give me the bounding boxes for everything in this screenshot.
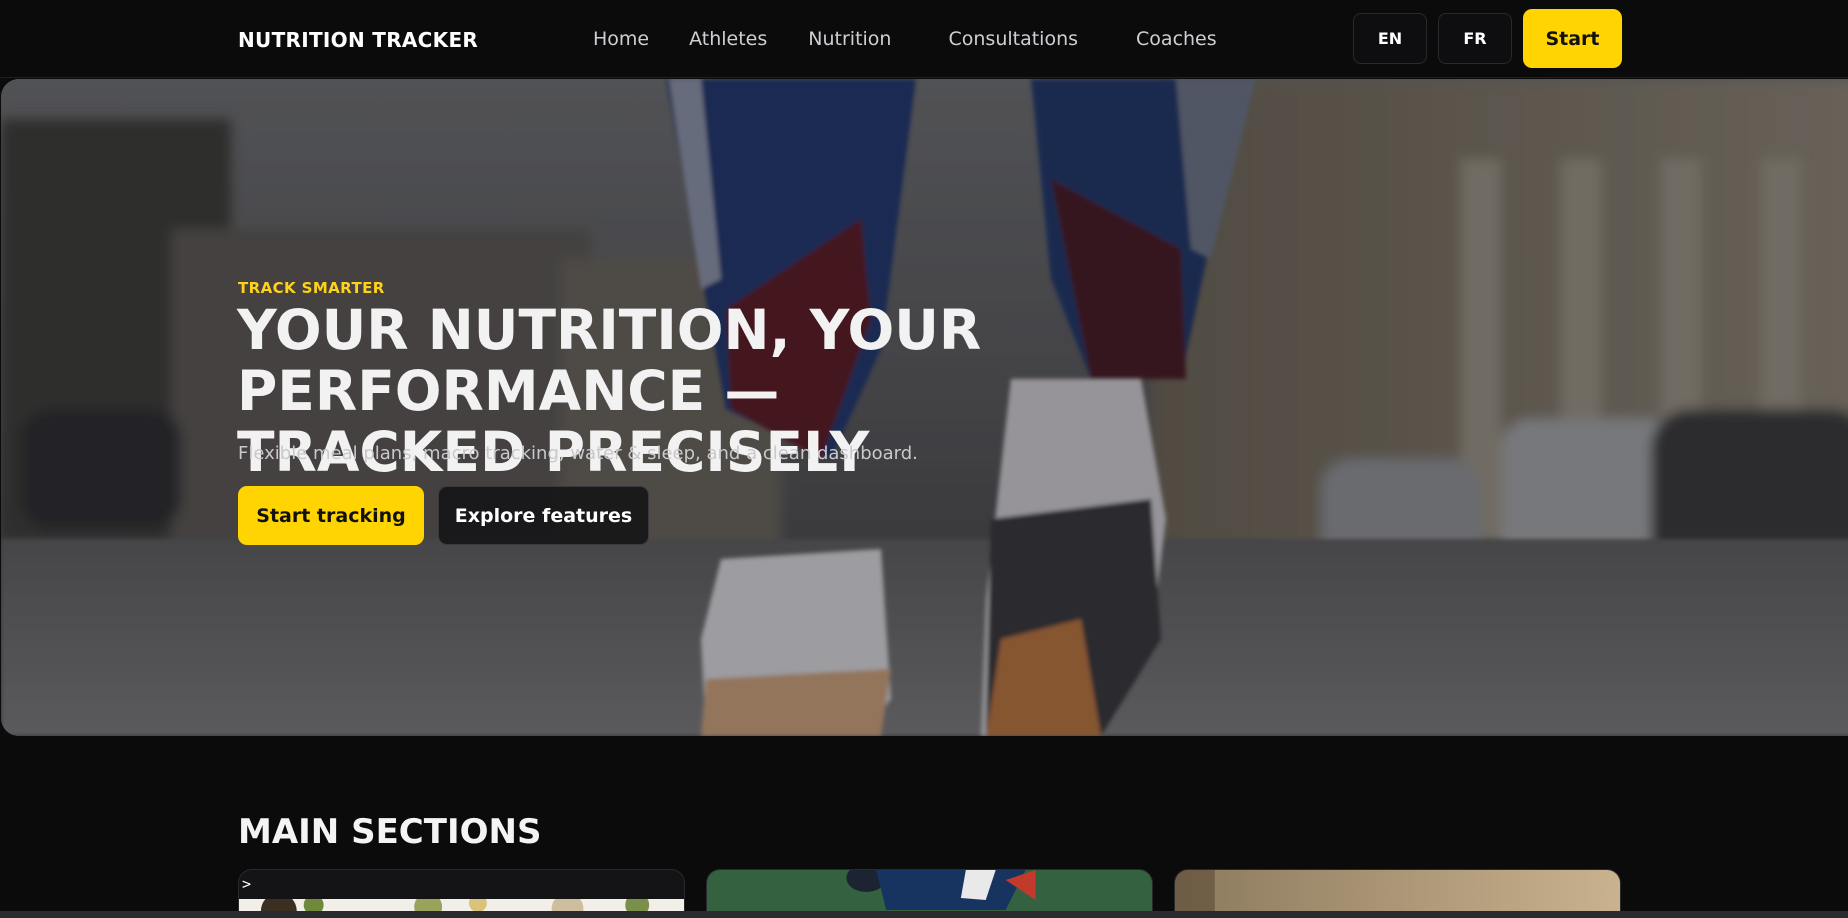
- nav-athletes[interactable]: Athletes: [689, 28, 767, 50]
- main-sections-heading: MAIN SECTIONS: [238, 812, 542, 852]
- site-header: NUTRITION TRACKER Home Athletes Nutritio…: [0, 0, 1848, 78]
- bottom-scroll-edge: [0, 911, 1848, 918]
- language-en-button[interactable]: EN: [1353, 13, 1427, 64]
- start-button[interactable]: Start: [1523, 9, 1622, 68]
- brand-logo[interactable]: NUTRITION TRACKER: [238, 28, 478, 52]
- main-nav: Home Athletes Nutrition Consultations Co…: [593, 28, 1217, 50]
- hero-eyebrow: TRACK SMARTER: [238, 279, 385, 297]
- start-tracking-button[interactable]: Start tracking: [238, 486, 424, 545]
- hero-subtitle: Flexible meal plans, macro tracking, wat…: [238, 443, 918, 464]
- hero-title-line-1: YOUR NUTRITION, YOUR PERFORMANCE —: [237, 298, 982, 423]
- card-caret: >: [242, 875, 252, 893]
- explore-features-button[interactable]: Explore features: [438, 486, 649, 545]
- language-fr-button[interactable]: FR: [1438, 13, 1512, 64]
- nav-coaches[interactable]: Coaches: [1136, 28, 1217, 50]
- nav-home[interactable]: Home: [593, 28, 649, 50]
- nav-consultations[interactable]: Consultations: [948, 28, 1078, 50]
- nav-nutrition[interactable]: Nutrition: [808, 28, 891, 50]
